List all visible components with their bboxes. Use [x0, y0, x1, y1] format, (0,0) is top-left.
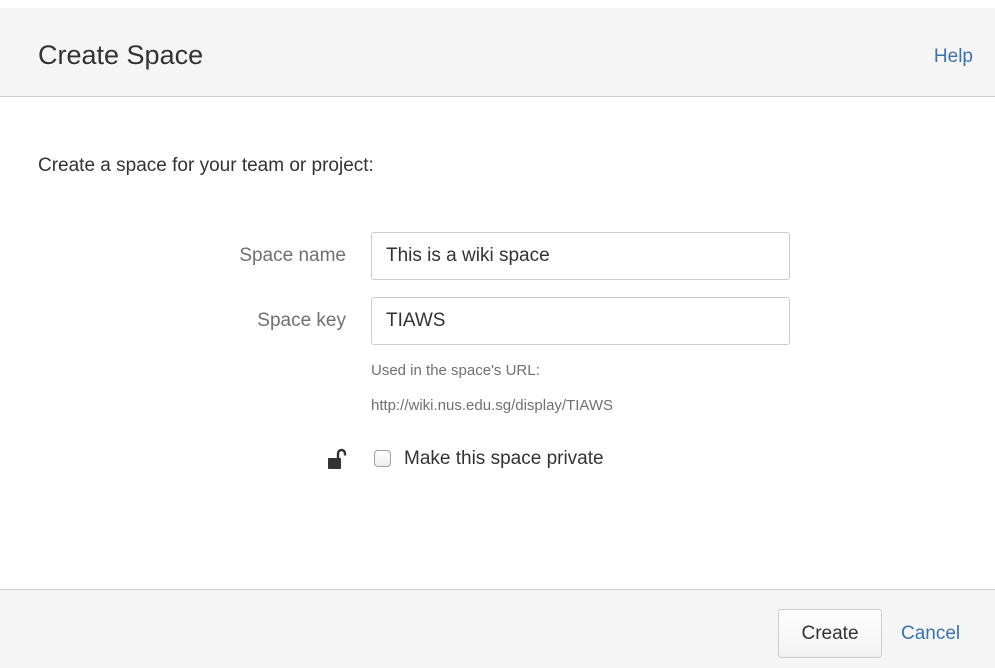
dialog-footer: Create Cancel — [0, 589, 995, 668]
space-name-label: Space name — [239, 245, 346, 266]
unlocked-padlock-icon — [327, 448, 347, 470]
space-key-label: Space key — [257, 310, 346, 331]
create-button[interactable]: Create — [778, 609, 882, 658]
space-name-input[interactable] — [371, 232, 790, 280]
create-space-dialog: Create Space Help Create a space for you… — [0, 0, 995, 668]
dialog-title: Create Space — [38, 40, 204, 70]
space-url-preview: http://wiki.nus.edu.sg/display/TIAWS — [371, 397, 614, 414]
make-private-checkbox[interactable] — [374, 450, 391, 467]
dialog-header: Create Space Help — [0, 8, 995, 97]
space-key-input[interactable] — [371, 297, 790, 345]
space-key-hint: Used in the space's URL: — [371, 362, 540, 379]
intro-text: Create a space for your team or project: — [38, 155, 374, 176]
help-link[interactable]: Help — [934, 46, 973, 68]
make-private-label[interactable]: Make this space private — [404, 448, 604, 470]
cancel-link[interactable]: Cancel — [901, 623, 960, 645]
